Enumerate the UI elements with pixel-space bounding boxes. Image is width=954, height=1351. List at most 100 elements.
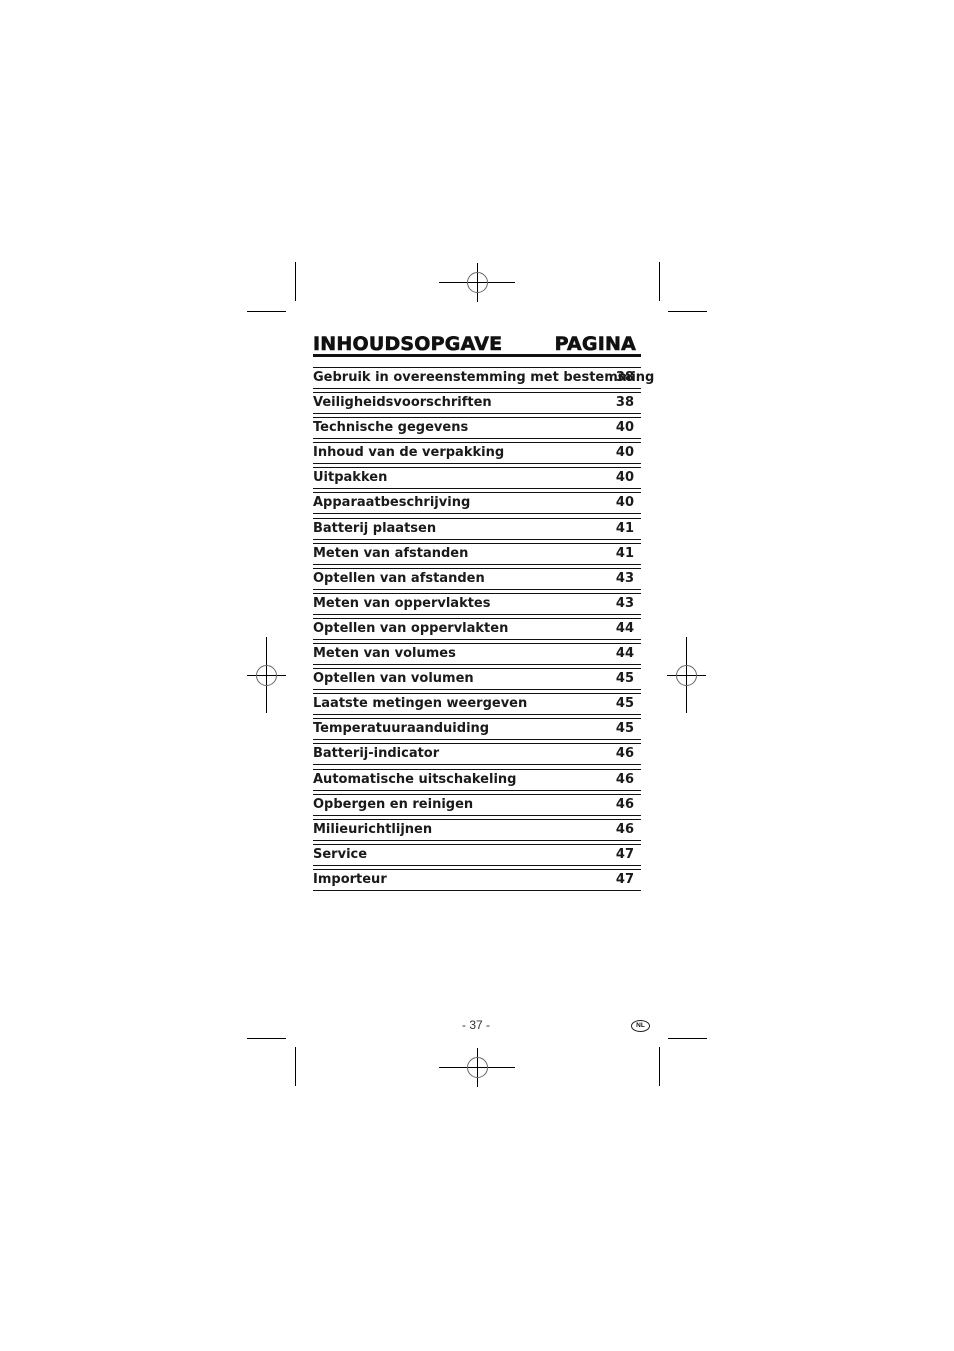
- row-rule-bottom: [313, 388, 641, 389]
- toc-entry-page: 38: [615, 370, 634, 385]
- toc-entry-page: 40: [615, 445, 634, 461]
- row-rule-top: [313, 467, 641, 469]
- toc-entry[interactable]: Gebruik in overeenstemming met bestemmin…: [313, 367, 654, 392]
- row-rule-top: [313, 542, 641, 544]
- row-rule-bottom: [313, 513, 641, 515]
- crop-mark-top-right-vertical: [659, 262, 660, 301]
- heading-rule: [313, 354, 641, 357]
- toc-entry[interactable]: Laatste metingen weergeven 45: [313, 693, 641, 718]
- registration-mark-bottom-icon: [439, 1048, 515, 1087]
- row-rule-top: [313, 392, 641, 394]
- registration-mark-left-icon: [247, 637, 286, 713]
- toc-entry[interactable]: Temperatuuraanduiding 45: [313, 718, 641, 743]
- crop-mark-top-left-vertical: [295, 262, 296, 301]
- row-rule-bottom: [313, 588, 641, 590]
- row-rule-bottom: [313, 739, 641, 741]
- crop-mark-bottom-left-vertical: [295, 1047, 296, 1086]
- row-rule-top: [313, 592, 641, 594]
- registration-mark-right-icon: [667, 637, 706, 713]
- toc-entry-title: Uitpakken: [313, 470, 388, 486]
- toc-entry-title: Optellen van oppervlakten: [313, 620, 509, 636]
- row-rule-bottom: [313, 889, 641, 891]
- page-number: - 37 -: [462, 1018, 491, 1032]
- toc-entry-title: Importeur: [313, 871, 387, 887]
- toc-entry[interactable]: Uitpakken 40: [313, 467, 641, 492]
- row-rule-top: [313, 718, 641, 720]
- toc-entry[interactable]: Batterij-indicator 46: [313, 743, 641, 768]
- crop-mark-top-left-horizontal: [247, 311, 286, 312]
- toc-entry-page: 45: [615, 721, 634, 737]
- row-rule-top: [313, 768, 641, 770]
- toc-entry-page: 47: [615, 846, 634, 862]
- toc-entry[interactable]: Apparaatbeschrijving 40: [313, 492, 641, 517]
- toc-entry-page: 43: [615, 570, 634, 586]
- row-rule-bottom: [313, 864, 641, 866]
- row-rule-bottom: [313, 638, 641, 640]
- toc-entry-title: Apparaatbeschrijving: [313, 495, 471, 511]
- toc-entry-title: Meten van afstanden: [313, 545, 469, 561]
- toc-entry[interactable]: Service 47: [313, 843, 641, 869]
- crop-mark-bottom-left-horizontal: [247, 1038, 286, 1039]
- toc-page-column-label: PAGINA: [554, 333, 636, 356]
- toc-entry[interactable]: Meten van afstanden 41: [313, 542, 641, 568]
- toc-entry[interactable]: Veiligheidsvoorschriften 38: [313, 392, 641, 417]
- toc-entry-page: 40: [615, 495, 634, 511]
- toc-entry[interactable]: Milieurichtlijnen 46: [313, 818, 641, 844]
- toc-entry[interactable]: Technische gegevens 40: [313, 417, 641, 442]
- toc-entry-page: 45: [615, 671, 634, 687]
- toc-entry-title: Veiligheidsvoorschriften: [313, 395, 492, 411]
- row-rule-bottom: [313, 538, 641, 540]
- toc-entry-title: Gebruik in overeenstemming met bestemmin…: [313, 370, 655, 385]
- toc-entry[interactable]: Optellen van afstanden 43: [313, 567, 641, 593]
- toc-entry-page: 47: [615, 871, 634, 887]
- row-rule-top: [313, 793, 641, 795]
- language-badge: NL: [631, 1020, 650, 1032]
- toc-entry[interactable]: Importeur 47: [313, 868, 641, 894]
- toc-entry[interactable]: Opbergen en reinigen 46: [313, 793, 641, 819]
- row-rule-top: [313, 693, 641, 695]
- toc-entry-page: 46: [615, 796, 634, 812]
- toc-entry-page: 40: [615, 470, 634, 486]
- row-rule-top: [313, 417, 641, 419]
- row-rule-top: [313, 367, 641, 368]
- toc-entry-title: Optellen van afstanden: [313, 570, 485, 586]
- toc-entry-title: Milieurichtlijnen: [313, 821, 433, 837]
- row-rule-bottom: [313, 563, 641, 565]
- toc-entry-title: Inhoud van de verpakking: [313, 445, 505, 461]
- crop-mark-bottom-right-vertical: [659, 1047, 660, 1086]
- toc-entry-page: 46: [615, 821, 634, 837]
- toc-entry-page: 44: [615, 646, 634, 662]
- registration-mark-top-icon: [439, 263, 515, 302]
- row-rule-bottom: [313, 664, 641, 666]
- toc-entry-title: Technische gegevens: [313, 420, 469, 436]
- toc-entry[interactable]: Automatische uitschakeling 46: [313, 768, 641, 794]
- row-rule-top: [313, 868, 641, 870]
- toc-entry-title: Meten van volumes: [313, 646, 456, 662]
- toc-entry[interactable]: Optellen van volumen 45: [313, 668, 641, 693]
- row-rule-top: [313, 517, 641, 519]
- toc-entry-title: Temperatuuraanduiding: [313, 721, 490, 737]
- toc-entry-title: Laatste metingen weergeven: [313, 696, 528, 712]
- toc-entry[interactable]: Meten van volumes 44: [313, 643, 641, 668]
- toc-entry[interactable]: Optellen van oppervlakten 44: [313, 617, 641, 643]
- toc-entry[interactable]: Meten van oppervlaktes 43: [313, 592, 641, 618]
- row-rule-top: [313, 818, 641, 820]
- row-rule-top: [313, 668, 641, 670]
- toc-entry[interactable]: Batterij plaatsen 41: [313, 517, 641, 543]
- toc-entry[interactable]: Inhoud van de verpakking 40: [313, 442, 641, 467]
- toc-entry-page: 45: [615, 696, 634, 712]
- row-rule-top: [313, 442, 641, 444]
- row-rule-bottom: [313, 488, 641, 490]
- toc-entry-page: 46: [615, 771, 634, 787]
- row-rule-bottom: [313, 463, 641, 465]
- toc-entry-page: 40: [615, 420, 634, 436]
- row-rule-top: [313, 567, 641, 569]
- toc-entry-page: 38: [615, 395, 634, 411]
- toc-entry-page: 43: [615, 595, 634, 611]
- toc-entry-title: Automatische uitschakeling: [313, 771, 517, 787]
- row-rule-bottom: [313, 689, 641, 691]
- crop-mark-top-right-horizontal: [668, 311, 707, 312]
- toc-entry-page: 41: [615, 545, 634, 561]
- toc-entry-page: 46: [615, 746, 634, 762]
- crop-mark-bottom-right-horizontal: [668, 1038, 707, 1039]
